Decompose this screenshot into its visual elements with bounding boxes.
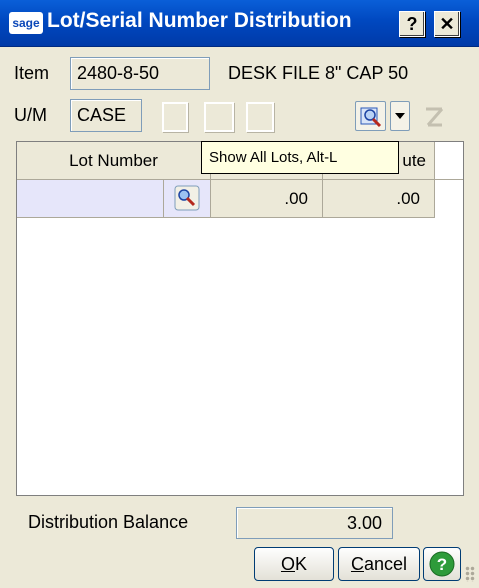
- chevron-down-icon: [395, 113, 405, 119]
- title-bar: sage Lot/Serial Number Distribution ? ✕: [0, 0, 479, 47]
- item-label: Item: [14, 63, 50, 83]
- lot-number-cell[interactable]: [17, 180, 164, 218]
- distribution-balance-label: Distribution Balance: [28, 512, 189, 532]
- disabled-placeholder-1: [162, 102, 188, 132]
- sage-logo: sage: [9, 12, 43, 34]
- ok-label: K: [295, 554, 308, 574]
- um-label: U/M: [14, 105, 47, 125]
- resize-grip[interactable]: [465, 566, 475, 582]
- magnifier-icon[interactable]: [174, 185, 200, 211]
- table-row[interactable]: .00 .00: [17, 180, 443, 218]
- help-title-button[interactable]: ?: [399, 11, 425, 37]
- item-description: DESK FILE 8" CAP 50: [228, 63, 409, 83]
- disabled-placeholder-2: [204, 102, 234, 132]
- cancel-label: ancel: [363, 554, 408, 574]
- column-header-lot-number[interactable]: Lot Number: [17, 142, 211, 180]
- show-all-lots-button[interactable]: [355, 101, 386, 131]
- show-all-lots-tooltip: Show All Lots, Alt-L: [201, 141, 399, 174]
- sort-icon-disabled: [426, 107, 444, 127]
- ok-accel: O: [280, 554, 295, 574]
- help-icon: ?: [429, 551, 455, 577]
- lot-list-icon: [360, 107, 381, 128]
- window-title: Lot/Serial Number Distribution: [47, 9, 352, 32]
- help-button[interactable]: ?: [423, 547, 461, 581]
- lot-grid: Lot Number ute .00 .00: [16, 141, 464, 496]
- cancel-button[interactable]: Cancel: [338, 547, 420, 581]
- quantity-cell[interactable]: .00: [211, 180, 323, 218]
- show-lots-dropdown[interactable]: [390, 101, 410, 131]
- cancel-accel: C: [350, 554, 364, 574]
- um-field[interactable]: CASE: [70, 99, 142, 132]
- distribution-balance-field: 3.00: [236, 507, 393, 539]
- svg-text:?: ?: [437, 555, 447, 574]
- item-code-field[interactable]: 2480-8-50: [70, 57, 210, 90]
- column-header-blank: [435, 142, 463, 180]
- disabled-placeholder-3: [246, 102, 274, 132]
- distribute-cell[interactable]: .00: [323, 180, 435, 218]
- close-button[interactable]: ✕: [434, 11, 460, 37]
- lot-lookup-cell[interactable]: [164, 180, 211, 218]
- ok-button[interactable]: OK: [254, 547, 334, 581]
